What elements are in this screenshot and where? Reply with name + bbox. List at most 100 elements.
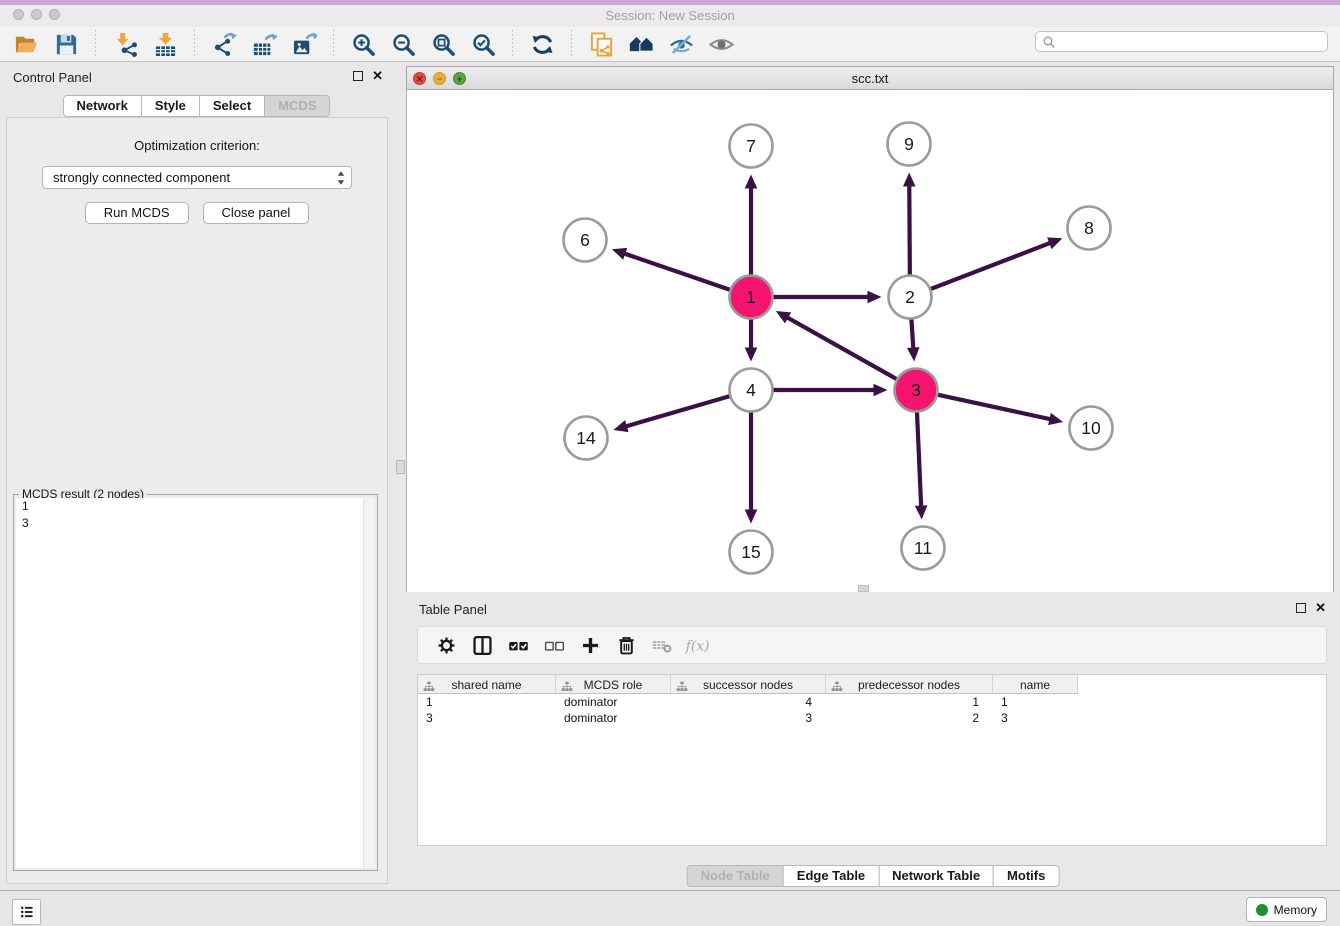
memory-button[interactable]: Memory xyxy=(1246,897,1327,922)
float-table-panel-icon[interactable] xyxy=(1296,603,1306,613)
edge-2-8[interactable] xyxy=(927,237,1062,290)
tab-network[interactable]: Network xyxy=(63,95,142,117)
node-15[interactable]: 15 xyxy=(730,531,773,574)
import-network-button[interactable] xyxy=(110,29,140,59)
select-chevrons-icon xyxy=(335,169,347,190)
node-1[interactable]: 1 xyxy=(730,276,773,319)
edge-1-4[interactable] xyxy=(745,316,758,362)
node-14[interactable]: 14 xyxy=(565,417,608,460)
tab-style[interactable]: Style xyxy=(141,95,200,117)
zoom-fit-icon xyxy=(431,32,456,57)
cell[interactable]: 2 xyxy=(826,710,993,726)
run-mcds-button[interactable]: Run MCDS xyxy=(85,202,189,224)
edge-1-6[interactable] xyxy=(612,248,734,291)
search-input[interactable] xyxy=(1056,33,1327,51)
cell[interactable]: 3 xyxy=(993,710,1078,726)
zoom-in-button[interactable] xyxy=(348,29,378,59)
node-3[interactable]: 3 xyxy=(895,369,938,412)
node-10[interactable]: 10 xyxy=(1070,407,1113,450)
edge-4-14[interactable] xyxy=(613,395,733,432)
cell[interactable]: 1 xyxy=(826,694,993,710)
vertical-splitter-handle[interactable] xyxy=(396,460,405,474)
mcds-tab-content: Optimization criterion: strongly connect… xyxy=(6,117,388,884)
node-2[interactable]: 2 xyxy=(889,276,932,319)
horizontal-splitter-handle[interactable] xyxy=(858,585,869,592)
node-7[interactable]: 7 xyxy=(730,125,773,168)
edge-3-1[interactable] xyxy=(776,311,900,381)
cell[interactable]: 1 xyxy=(993,694,1078,710)
tab-edge-table[interactable]: Edge Table xyxy=(783,865,879,887)
search-box[interactable] xyxy=(1035,31,1328,52)
add-row-button[interactable] xyxy=(576,631,604,659)
cell[interactable]: 3 xyxy=(671,710,826,726)
import-table-button[interactable] xyxy=(150,29,180,59)
mcds-result-list[interactable]: 13 xyxy=(16,498,375,868)
select-all-checks-button[interactable] xyxy=(504,631,532,659)
mcds-result-item[interactable]: 1 xyxy=(16,498,375,515)
mcds-result-item[interactable]: 3 xyxy=(16,515,375,532)
node-8[interactable]: 8 xyxy=(1068,207,1111,250)
tab-mcds[interactable]: MCDS xyxy=(264,95,330,117)
column-header-mcds-role[interactable]: MCDS role xyxy=(556,675,671,694)
show-columns-button[interactable] xyxy=(468,631,496,659)
node-4[interactable]: 4 xyxy=(730,369,773,412)
edge-4-3[interactable] xyxy=(770,384,888,397)
table-row[interactable]: 1dominator411 xyxy=(418,694,1326,710)
open-session-icon xyxy=(14,32,39,57)
tab-network-table[interactable]: Network Table xyxy=(878,865,994,887)
export-table-button[interactable] xyxy=(249,29,279,59)
column-header-predecessor-nodes[interactable]: predecessor nodes xyxy=(826,675,993,694)
save-session-button[interactable] xyxy=(51,29,81,59)
node-9[interactable]: 9 xyxy=(888,123,931,166)
cell[interactable]: 1 xyxy=(418,694,556,710)
cell[interactable]: dominator xyxy=(556,694,671,710)
edge-2-9[interactable] xyxy=(903,172,916,278)
tab-node-table[interactable]: Node Table xyxy=(687,865,784,887)
open-session-button[interactable] xyxy=(11,29,41,59)
column-header-shared-name[interactable]: shared name xyxy=(418,675,556,694)
column-label: MCDS role xyxy=(556,678,670,692)
table-settings-button[interactable] xyxy=(432,631,460,659)
close-table-panel-icon[interactable]: ✕ xyxy=(1315,600,1326,616)
save-session-icon xyxy=(54,32,79,57)
tab-select[interactable]: Select xyxy=(199,95,265,117)
close-panel-button[interactable]: Close panel xyxy=(203,202,310,224)
criterion-select[interactable]: strongly connected component xyxy=(42,166,352,189)
cell[interactable]: 4 xyxy=(671,694,826,710)
node-6[interactable]: 6 xyxy=(564,219,607,262)
cell[interactable]: 3 xyxy=(418,710,556,726)
column-label: name xyxy=(993,678,1077,692)
edge-3-11[interactable] xyxy=(915,408,928,519)
close-panel-icon[interactable]: ✕ xyxy=(372,68,383,84)
edge-1-2[interactable] xyxy=(770,291,882,304)
edge-1-7[interactable] xyxy=(745,175,758,279)
zoom-fit-button[interactable] xyxy=(428,29,458,59)
column-header-successor-nodes[interactable]: successor nodes xyxy=(671,675,826,694)
network-window-titlebar[interactable]: ✕ − + scc.txt xyxy=(406,66,1334,90)
export-network-button[interactable] xyxy=(209,29,239,59)
mcds-result-scrollbar[interactable] xyxy=(363,498,375,868)
column-label: predecessor nodes xyxy=(826,678,992,692)
node-11[interactable]: 11 xyxy=(902,527,945,570)
task-history-button[interactable] xyxy=(12,899,41,925)
zoom-selected-button[interactable] xyxy=(468,29,498,59)
table-row[interactable]: 3dominator323 xyxy=(418,710,1326,726)
show-all-windows-button[interactable] xyxy=(626,29,656,59)
duplicate-network-button[interactable] xyxy=(586,29,616,59)
delete-table-icon xyxy=(651,634,674,657)
delete-row-button[interactable] xyxy=(612,631,640,659)
export-image-button[interactable] xyxy=(289,29,319,59)
tab-motifs[interactable]: Motifs xyxy=(993,865,1059,887)
edge-4-15[interactable] xyxy=(745,409,758,524)
network-canvas[interactable]: 1 2 3 4 6 7 8 9 10 11 14 15 xyxy=(406,90,1334,592)
clear-all-checks-button[interactable] xyxy=(540,631,568,659)
zoom-out-button[interactable] xyxy=(388,29,418,59)
table-panel-title: Table Panel xyxy=(419,602,487,617)
float-panel-icon[interactable] xyxy=(353,71,363,81)
column-header-name[interactable]: name xyxy=(993,675,1078,694)
apply-layout-button[interactable] xyxy=(527,29,557,59)
edge-2-3[interactable] xyxy=(907,315,920,361)
cell[interactable]: dominator xyxy=(556,710,671,726)
edge-3-10[interactable] xyxy=(934,394,1063,425)
hide-selected-button[interactable] xyxy=(666,29,696,59)
